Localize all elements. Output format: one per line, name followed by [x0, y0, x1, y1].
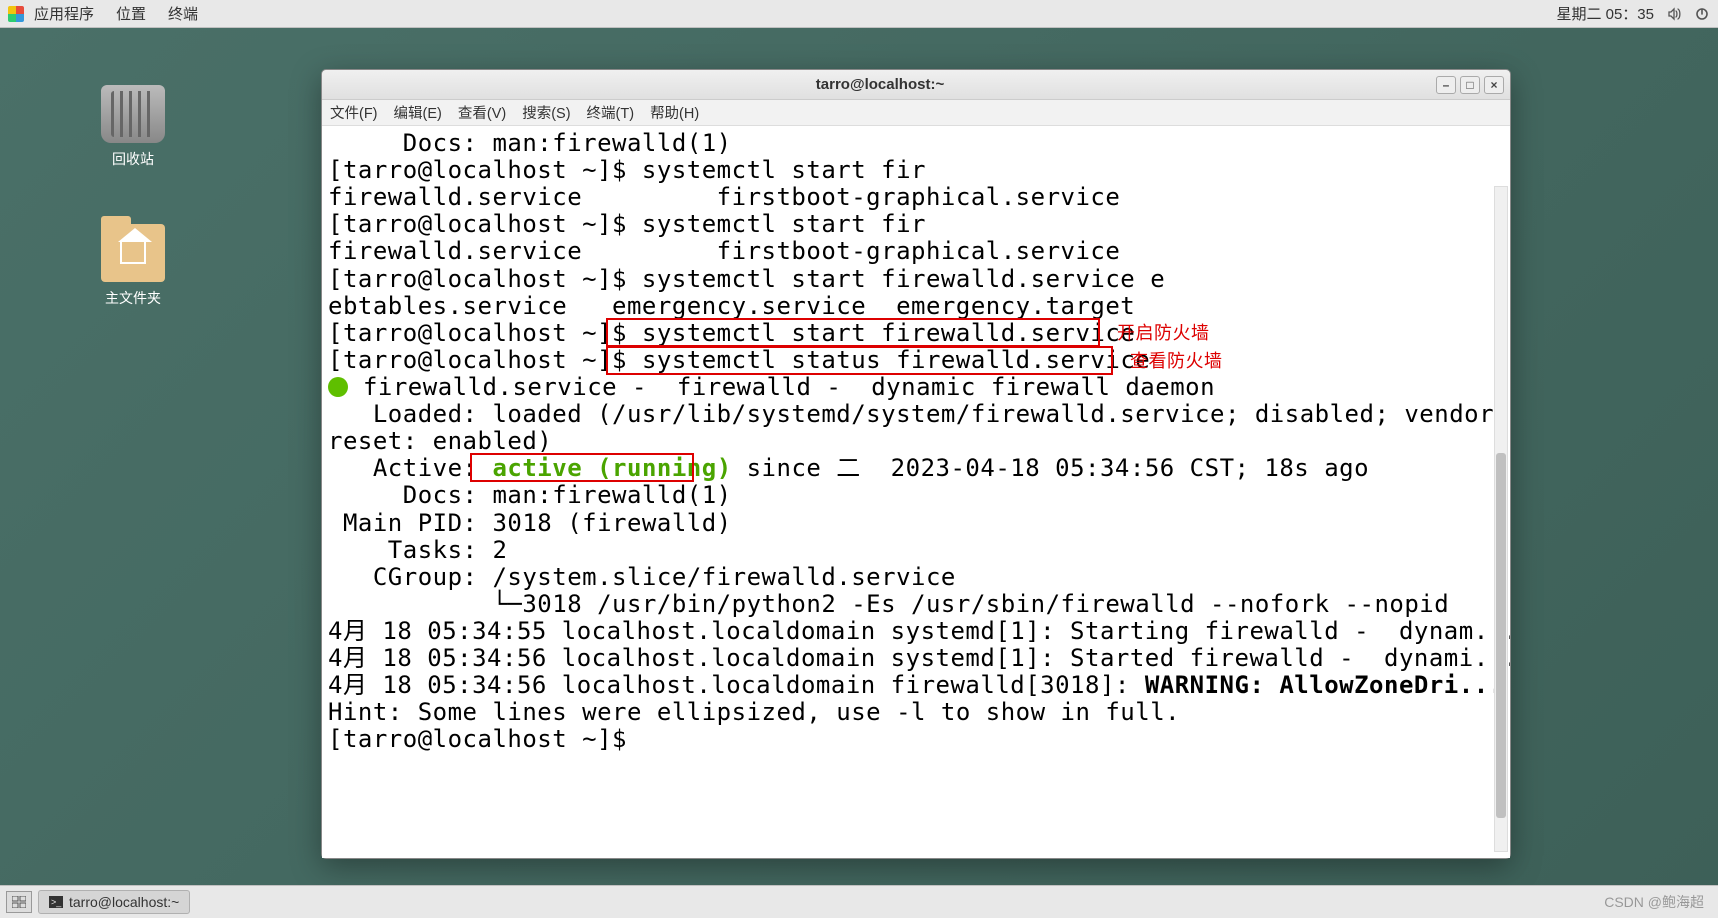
term-line: CGroup: /system.slice/firewalld.service	[328, 564, 1504, 591]
top-panel: 应用程序 位置 终端 星期二 05：35	[0, 0, 1718, 28]
terminal-window: tarro@localhost:~ – □ × 文件(F) 编辑(E) 查看(V…	[321, 69, 1511, 859]
term-line: Hint: Some lines were ellipsized, use -l…	[328, 699, 1504, 726]
menu-places[interactable]: 位置	[116, 3, 146, 24]
folder-home-icon	[101, 224, 165, 282]
window-title: tarro@localhost:~	[328, 76, 1432, 93]
term-line: 4月 18 05:34:56 localhost.localdomain fir…	[328, 672, 1504, 699]
term-line: ebtables.service emergency.service emerg…	[328, 293, 1504, 320]
window-close-button[interactable]: ×	[1484, 76, 1504, 94]
term-line: └─3018 /usr/bin/python2 -Es /usr/sbin/fi…	[328, 591, 1504, 618]
taskbar-item-label: tarro@localhost:~	[69, 894, 179, 910]
term-line: [tarro@localhost ~]$ systemctl start fir	[328, 211, 1504, 238]
term-line: firewalld.service - firewalld - dynamic …	[328, 374, 1504, 401]
watermark-label: CSDN @鲍海超	[1604, 892, 1712, 912]
term-line: Loaded: loaded (/usr/lib/systemd/system/…	[328, 401, 1504, 428]
terminal-scrollbar[interactable]	[1494, 186, 1508, 852]
term-line: firewalld.service firstboot-graphical.se…	[328, 238, 1504, 265]
clock-label[interactable]: 星期二 05：35	[1556, 3, 1654, 24]
os-logo-icon	[8, 6, 24, 22]
term-line: firewalld.service firstboot-graphical.se…	[328, 184, 1504, 211]
desktop-trash[interactable]: 回收站	[88, 85, 178, 169]
window-minimize-button[interactable]: –	[1436, 76, 1456, 94]
taskbar-item-terminal[interactable]: >_ tarro@localhost:~	[38, 890, 190, 914]
terminal-menubar: 文件(F) 编辑(E) 查看(V) 搜索(S) 终端(T) 帮助(H)	[322, 100, 1510, 126]
menu-terminal[interactable]: 终端(T)	[587, 102, 635, 123]
window-maximize-button[interactable]: □	[1460, 76, 1480, 94]
term-line: Main PID: 3018 (firewalld)	[328, 510, 1504, 537]
term-prompt: [tarro@localhost ~]$	[328, 726, 1504, 753]
trash-icon	[101, 85, 165, 143]
status-dot-icon	[328, 377, 348, 397]
menu-edit[interactable]: 编辑(E)	[394, 102, 442, 123]
term-line: [tarro@localhost ~]$ systemctl start fir	[328, 157, 1504, 184]
panel-app-menu: 应用程序 位置 终端	[34, 3, 198, 24]
bottom-panel: >_ tarro@localhost:~ CSDN @鲍海超	[0, 885, 1718, 918]
menu-terminal[interactable]: 终端	[168, 3, 198, 24]
term-line: [tarro@localhost ~]$ systemctl start fir…	[328, 266, 1504, 293]
term-line-active: Active: active (running) since 二 2023-04…	[328, 455, 1504, 482]
menu-help[interactable]: 帮助(H)	[650, 102, 699, 123]
term-line: reset: enabled)	[328, 428, 1504, 455]
term-line: 4月 18 05:34:55 localhost.localdomain sys…	[328, 618, 1504, 645]
term-line: Docs: man:firewalld(1)	[328, 482, 1504, 509]
menu-applications[interactable]: 应用程序	[34, 3, 94, 24]
desktop-home-folder[interactable]: 主文件夹	[88, 224, 178, 308]
terminal-content[interactable]: Docs: man:firewalld(1) [tarro@localhost …	[322, 126, 1510, 858]
volume-icon[interactable]	[1666, 6, 1682, 22]
desktop-home-label: 主文件夹	[88, 288, 178, 308]
desktop-trash-label: 回收站	[88, 149, 178, 169]
term-line: Tasks: 2	[328, 537, 1504, 564]
scrollbar-thumb[interactable]	[1496, 453, 1506, 818]
window-titlebar[interactable]: tarro@localhost:~ – □ ×	[322, 70, 1510, 100]
term-line: Docs: man:firewalld(1)	[328, 130, 1504, 157]
terminal-icon: >_	[49, 896, 63, 908]
menu-view[interactable]: 查看(V)	[458, 102, 506, 123]
term-line-status-cmd: [tarro@localhost ~]$ systemctl status fi…	[328, 347, 1504, 374]
menu-file[interactable]: 文件(F)	[330, 102, 378, 123]
term-line: 4月 18 05:34:56 localhost.localdomain sys…	[328, 645, 1504, 672]
power-icon[interactable]	[1694, 6, 1710, 22]
workspace-switcher[interactable]	[6, 891, 32, 913]
menu-search[interactable]: 搜索(S)	[522, 102, 570, 123]
term-line-start-cmd: [tarro@localhost ~]$ systemctl start fir…	[328, 320, 1504, 347]
svg-text:>_: >_	[51, 897, 62, 907]
